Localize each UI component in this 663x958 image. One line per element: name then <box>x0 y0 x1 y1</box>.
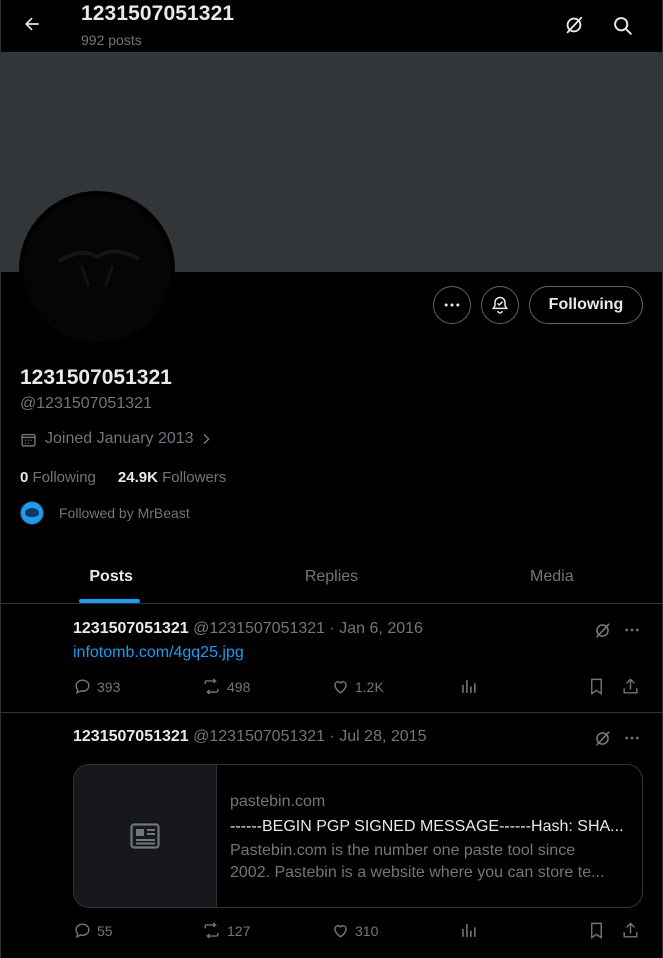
tab-posts[interactable]: Posts <box>1 550 221 603</box>
share-icon <box>623 678 638 694</box>
followers-stat[interactable]: 24.9K Followers <box>118 469 226 486</box>
arrow-left-icon <box>25 17 39 31</box>
share-button[interactable] <box>621 921 645 940</box>
chevron-right-icon <box>198 431 214 447</box>
bookmark-icon <box>591 678 602 695</box>
joined-date[interactable]: Joined January 2013 <box>20 430 214 448</box>
following-button[interactable]: Following <box>529 286 643 324</box>
followers-count: 24.9K <box>117 469 158 486</box>
header-post-count: 992 posts <box>81 32 142 48</box>
like-button[interactable]: 310 <box>331 921 378 940</box>
post-more-button[interactable] <box>621 619 643 641</box>
post-item[interactable]: 1231507051321 @1231507051321 · Jan 6, 20… <box>1 605 662 713</box>
calendar-icon <box>20 431 37 448</box>
profile-tabs: Posts Replies Media <box>1 550 662 604</box>
notifications-button[interactable] <box>481 286 519 324</box>
card-title: ------BEGIN PGP SIGNED MESSAGE------Hash… <box>230 818 624 835</box>
reply-icon <box>75 679 90 695</box>
following-count: 0 <box>20 469 29 486</box>
reply-button[interactable]: 393 <box>73 677 120 696</box>
more-horizontal-icon <box>625 628 639 632</box>
tab-replies[interactable]: Replies <box>221 550 441 603</box>
back-button[interactable] <box>15 7 49 41</box>
grok-icon <box>566 16 583 34</box>
post-actions: 393 498 1.2K <box>73 677 645 701</box>
like-count: 310 <box>355 922 379 939</box>
analytics-icon <box>462 680 476 693</box>
joined-text: Joined January 2013 <box>45 430 194 447</box>
share-icon <box>623 922 638 938</box>
share-button[interactable] <box>621 677 645 696</box>
views-button[interactable] <box>459 677 483 696</box>
like-button[interactable]: 1.2K <box>331 677 384 696</box>
heart-icon <box>334 681 347 694</box>
profile-stats: 0 Following 24.9K Followers <box>20 469 248 486</box>
post-meta[interactable]: @1231507051321 · Jan 6, 2016 <box>193 620 423 637</box>
grok-post-button[interactable] <box>591 619 613 641</box>
reply-icon <box>75 923 90 939</box>
followed-by[interactable]: Followed by MrBeast <box>20 501 190 525</box>
repost-button[interactable]: 498 <box>201 677 250 696</box>
post-link[interactable]: infotomb.com/4gq25.jpg <box>73 644 244 662</box>
repost-button[interactable]: 127 <box>201 921 250 940</box>
link-preview-card[interactable]: pastebin.com ------BEGIN PGP SIGNED MESS… <box>73 764 643 908</box>
card-description-line: Pastebin.com is the number one paste too… <box>230 842 576 859</box>
card-description: Pastebin.com is the number one paste too… <box>230 840 630 884</box>
like-count: 1.2K <box>355 678 384 695</box>
repost-count: 498 <box>227 678 251 695</box>
profile-avatar[interactable] <box>19 191 175 347</box>
tab-media[interactable]: Media <box>442 550 662 603</box>
followers-label: Followers <box>162 469 227 486</box>
grok-icon <box>595 622 610 638</box>
bell-check-icon <box>491 296 509 314</box>
article-icon <box>130 823 160 849</box>
grok-button[interactable] <box>557 8 591 42</box>
follower-avatar <box>20 501 44 525</box>
post-header: 1231507051321 @1231507051321 · Jul 28, 2… <box>73 728 426 746</box>
followed-by-text: Followed by MrBeast <box>59 505 190 521</box>
reply-button[interactable]: 55 <box>73 921 113 940</box>
card-thumbnail <box>74 765 217 907</box>
repost-count: 127 <box>227 922 251 939</box>
views-button[interactable] <box>459 921 483 940</box>
bookmark-button[interactable] <box>587 921 611 940</box>
heart-icon <box>334 925 347 938</box>
profile-handle: @1231507051321 <box>20 395 152 412</box>
search-button[interactable] <box>605 8 639 42</box>
profile-name: 1231507051321 <box>20 366 172 389</box>
grok-icon <box>595 730 610 746</box>
post-meta[interactable]: @1231507051321 · Jul 28, 2015 <box>193 728 426 745</box>
post-more-button[interactable] <box>621 727 643 749</box>
following-stat[interactable]: 0 Following <box>20 469 96 486</box>
post-author-name[interactable]: 1231507051321 <box>73 728 189 745</box>
avatar-graphic <box>57 249 140 288</box>
card-description-line: 2002. Pastebin is a website where you ca… <box>230 864 605 881</box>
reply-count: 393 <box>97 678 121 695</box>
grok-post-button[interactable] <box>591 727 613 749</box>
bookmark-button[interactable] <box>587 677 611 696</box>
top-bar: 1231507051321 992 posts <box>1 0 662 52</box>
more-horizontal-icon <box>625 736 639 740</box>
more-options-button[interactable] <box>433 286 471 324</box>
header-title: 1231507051321 <box>81 2 235 25</box>
post-header: 1231507051321 @1231507051321 · Jan 6, 20… <box>73 620 423 638</box>
repost-icon <box>204 678 219 695</box>
card-domain: pastebin.com <box>230 793 326 810</box>
analytics-icon <box>462 924 476 937</box>
bookmark-icon <box>591 922 602 939</box>
active-tab-indicator <box>79 599 140 603</box>
post-actions: 55 127 310 <box>73 921 645 945</box>
more-horizontal-icon <box>444 303 460 307</box>
search-icon <box>613 16 632 35</box>
profile-page: 1231507051321 992 posts Following 123150… <box>0 0 663 958</box>
post-author-name[interactable]: 1231507051321 <box>73 620 189 637</box>
reply-count: 55 <box>97 922 113 939</box>
following-label: Following <box>32 469 96 486</box>
avatar-image <box>23 195 171 343</box>
repost-icon <box>204 922 219 939</box>
